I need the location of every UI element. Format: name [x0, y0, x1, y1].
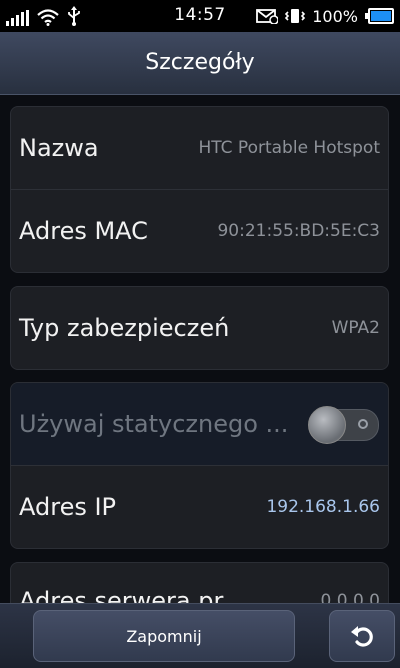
back-button[interactable] — [329, 610, 395, 662]
details-group-ip: Używaj statycznego ... Adres IP 192.168.… — [10, 382, 389, 549]
detail-label: Nazwa — [19, 134, 99, 162]
details-group-security: Typ zabezpieczeń WPA2 — [10, 286, 389, 370]
status-bar: 14:57 100% — [0, 0, 400, 32]
static-ip-label: Używaj statycznego ... — [19, 410, 289, 438]
back-arrow-icon — [351, 626, 373, 647]
static-ip-toggle[interactable] — [308, 406, 379, 444]
detail-value: 90:21:55:BD:5E:C3 — [217, 221, 380, 241]
details-group-network: Nazwa HTC Portable Hotspot Adres MAC 90:… — [10, 106, 389, 273]
battery-fill — [371, 11, 391, 21]
vibrate-icon — [285, 9, 306, 23]
detail-label: Adres IP — [19, 493, 117, 521]
toggle-knob — [308, 406, 346, 444]
detail-value: 0.0.0.0 — [320, 591, 380, 603]
details-group-proxy: Adres serwera pr... 0.0.0.0 — [10, 562, 389, 603]
detail-value: WPA2 — [331, 318, 380, 338]
page-title: Szczegóły — [145, 50, 255, 75]
mail-icon — [256, 9, 279, 24]
detail-row-mac: Adres MAC 90:21:55:BD:5E:C3 — [11, 190, 388, 272]
detail-row-name: Nazwa HTC Portable Hotspot — [11, 107, 388, 190]
bottom-toolbar: Zapomnij — [0, 603, 400, 668]
detail-label: Adres serwera pr... — [19, 587, 244, 603]
forget-button[interactable]: Zapomnij — [33, 610, 295, 662]
status-right-icons: 100% — [256, 5, 394, 27]
battery-icon — [365, 8, 394, 24]
detail-value: 192.168.1.66 — [266, 497, 380, 517]
detail-label: Typ zabezpieczeń — [19, 314, 230, 342]
static-ip-row[interactable]: Używaj statycznego ... — [11, 383, 388, 466]
detail-label: Adres MAC — [19, 217, 148, 245]
toggle-off-indicator-icon — [358, 419, 368, 429]
battery-percent: 100% — [312, 6, 358, 26]
detail-value: HTC Portable Hotspot — [198, 138, 380, 158]
detail-row-security-type: Typ zabezpieczeń WPA2 — [11, 287, 388, 369]
detail-row-ip: Adres IP 192.168.1.66 — [11, 466, 388, 548]
detail-row-proxy-server: Adres serwera pr... 0.0.0.0 — [11, 563, 388, 603]
details-list[interactable]: Nazwa HTC Portable Hotspot Adres MAC 90:… — [0, 95, 400, 603]
title-bar: Szczegóły — [0, 32, 400, 95]
